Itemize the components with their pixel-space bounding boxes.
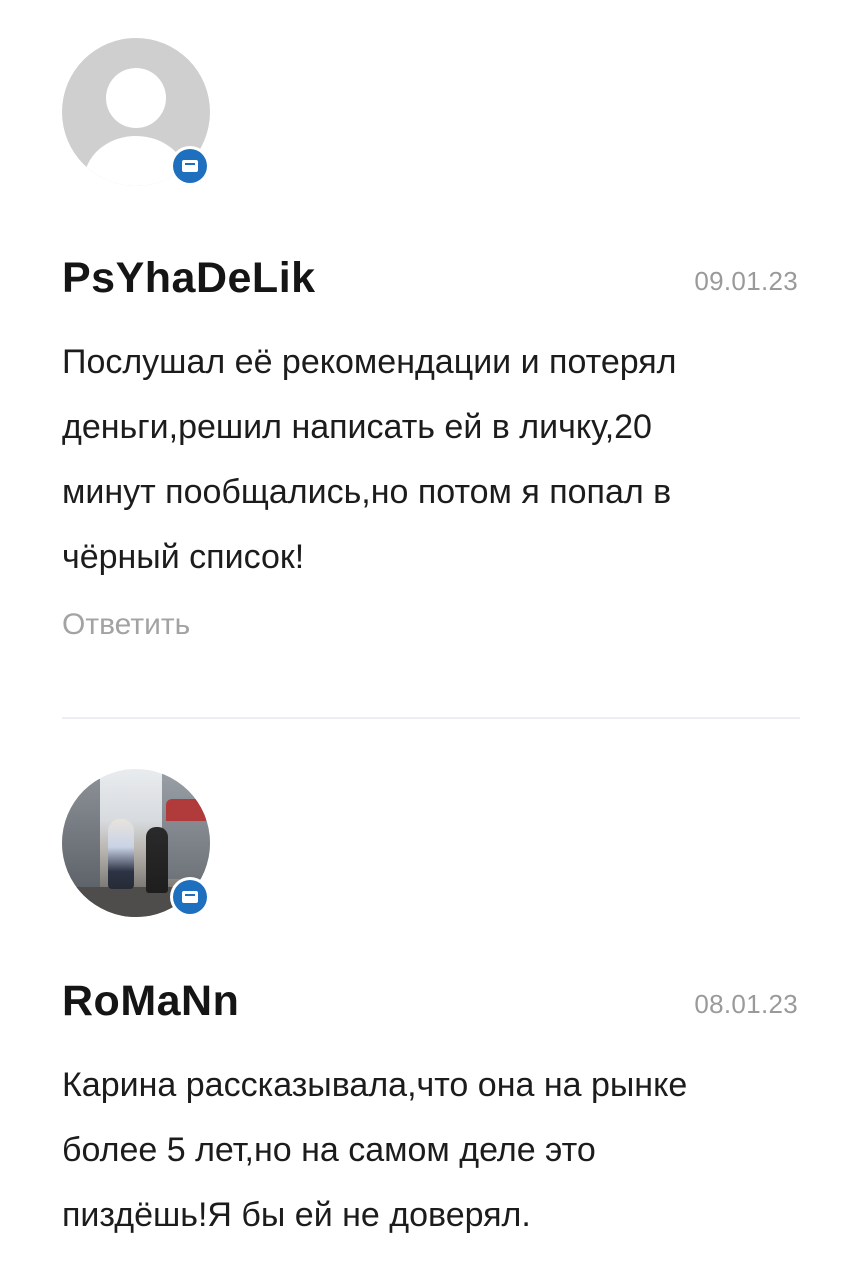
envelope-shape (182, 160, 198, 172)
mail-badge (170, 146, 210, 186)
avatar-photo-detail (62, 779, 100, 899)
comment-username[interactable]: RoMaNn (62, 977, 239, 1026)
comment-username[interactable]: PsYhaDeLik (62, 254, 316, 303)
comment-text: Послушал её рекомендации и потерял деньг… (62, 343, 677, 576)
comment-item: PsYhaDeLik 09.01.23 Послушал её рекоменд… (62, 38, 800, 642)
mail-badge (170, 877, 210, 917)
comment-item: RoMaNn 08.01.23 Карина рассказывала,что … (62, 769, 800, 1248)
mail-icon (173, 880, 207, 914)
comment-header: RoMaNn 08.01.23 (62, 975, 800, 1035)
avatar-photo-detail (146, 827, 168, 893)
comment-header: PsYhaDeLik 09.01.23 (62, 252, 800, 312)
comment-text: Карина рассказывала,что она на рынке бол… (62, 1066, 688, 1234)
reply-button[interactable]: Ответить (62, 608, 190, 642)
avatar-photo-detail (166, 799, 206, 821)
avatar-wrap (62, 38, 210, 186)
comment-date: 08.01.23 (694, 989, 798, 1019)
comment-date: 09.01.23 (694, 266, 798, 296)
envelope-shape (182, 891, 198, 903)
avatar-photo-detail (108, 819, 134, 889)
avatar-wrap (62, 769, 210, 917)
mail-icon (173, 149, 207, 183)
default-user-icon-head (106, 68, 166, 128)
comment-divider (62, 717, 800, 719)
avatar-photo-detail (162, 769, 210, 879)
